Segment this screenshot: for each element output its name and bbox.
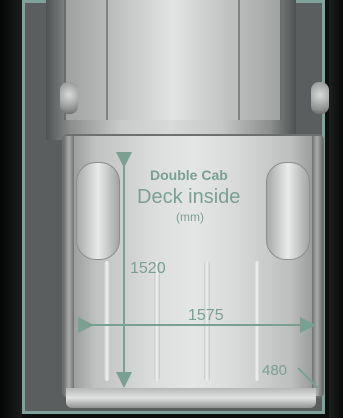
tailgate-leader <box>297 367 319 389</box>
cab-type-label: Double Cab <box>150 167 228 183</box>
tailgate-value: 480 <box>262 362 288 379</box>
unit-label: (mm) <box>176 210 204 224</box>
deck-diagram: Double Cab Deck inside (mm) 1520 1575 48… <box>0 0 343 418</box>
deck-width-value: 1575 <box>188 307 224 324</box>
heading-label: Deck inside <box>137 186 241 208</box>
dimension-arrows <box>78 152 319 389</box>
deck-length-value: 1520 <box>130 260 166 277</box>
